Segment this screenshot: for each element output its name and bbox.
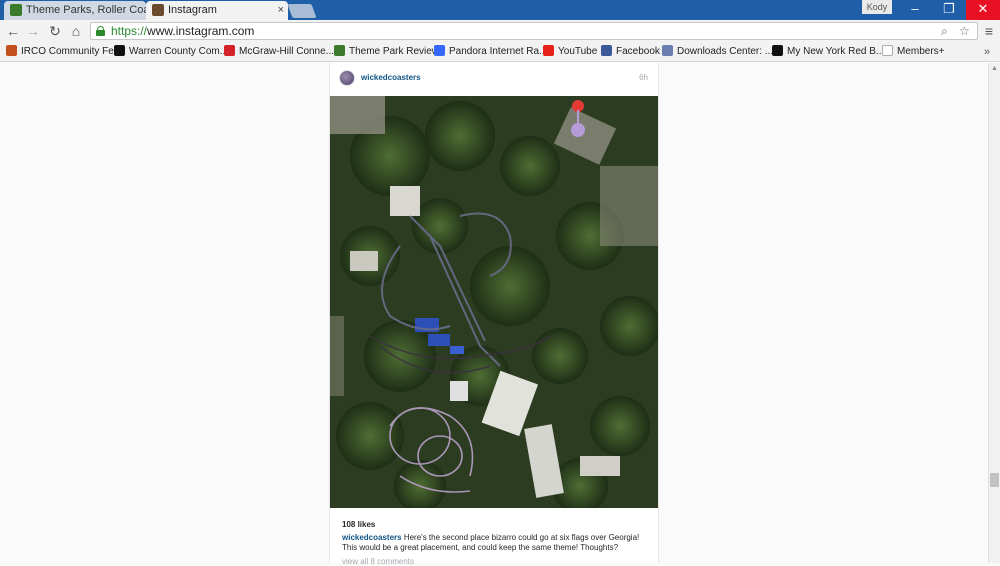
instagram-post: wickedcoasters 6h 108 likes wickedcoaste… xyxy=(329,63,659,566)
bookmark-ny-red-bulls[interactable]: My New York Red B... xyxy=(772,44,884,60)
secure-lock-icon xyxy=(96,26,105,36)
avatar[interactable] xyxy=(339,70,355,86)
tab-title: Instagram xyxy=(168,4,217,16)
mcgraw-hill-icon xyxy=(224,45,235,56)
instagram-favicon-icon xyxy=(152,4,164,16)
tab-title: Theme Parks, Roller Coast xyxy=(26,4,146,16)
post-caption: wickedcoasters Here's the second place b… xyxy=(342,533,648,553)
home-button[interactable]: ⌂ xyxy=(67,22,85,40)
warren-county-icon xyxy=(114,45,125,56)
theme-park-review-icon xyxy=(334,45,345,56)
tab-instagram[interactable]: Instagram × xyxy=(146,1,288,20)
bookmark-star-icon[interactable]: ☆ xyxy=(959,23,970,39)
browser-toolbar: ← → ↻ ⌂ https://www.instagram.com ⌕ ☆ ≡ xyxy=(0,20,1000,42)
post-time[interactable]: 6h xyxy=(639,73,648,82)
bookmarks-overflow-icon[interactable]: » xyxy=(984,44,990,60)
new-tab-button[interactable] xyxy=(287,4,317,18)
scrollbar-thumb[interactable] xyxy=(990,473,999,487)
url-host: www.instagram.com xyxy=(147,24,255,38)
user-profile-badge[interactable]: Kody xyxy=(862,0,892,14)
post-username[interactable]: wickedcoasters xyxy=(361,73,421,82)
bookmark-irco[interactable]: IRCO Community Fe... xyxy=(6,44,122,60)
post-header: wickedcoasters 6h xyxy=(330,63,658,96)
zoom-icon[interactable]: ⌕ xyxy=(941,23,948,39)
bookmark-downloads-center[interactable]: Downloads Center: ... xyxy=(662,44,773,60)
page-content: wickedcoasters 6h 108 likes wickedcoaste… xyxy=(0,63,988,566)
youtube-icon xyxy=(543,45,554,56)
url-scheme: https:// xyxy=(111,24,148,38)
bookmark-theme-park-review[interactable]: Theme Park Review xyxy=(334,44,439,60)
theme-park-favicon-icon xyxy=(10,4,22,16)
bookmarks-bar: IRCO Community Fe... Warren County Com..… xyxy=(0,42,1000,62)
tab-theme-parks[interactable]: Theme Parks, Roller Coast xyxy=(4,1,146,20)
restore-button[interactable]: ❐ xyxy=(932,0,966,20)
pandora-icon xyxy=(434,45,445,56)
page-scrollbar[interactable]: ▲ xyxy=(988,63,1000,563)
aerial-park-photo xyxy=(330,96,658,508)
bookmark-pandora[interactable]: Pandora Internet Ra... xyxy=(434,44,547,60)
url-text: https://www.instagram.com xyxy=(111,24,254,39)
view-all-comments-link[interactable]: view all 8 comments xyxy=(342,557,414,566)
chrome-menu-icon[interactable]: ≡ xyxy=(982,22,996,40)
bookmark-mcgraw-hill[interactable]: McGraw-Hill Conne... xyxy=(224,44,334,60)
caption-username[interactable]: wickedcoasters xyxy=(342,533,402,542)
bookmark-facebook[interactable]: Facebook xyxy=(601,44,660,60)
page-icon xyxy=(882,45,893,56)
tab-close-icon[interactable]: × xyxy=(278,1,284,19)
bookmark-youtube[interactable]: YouTube xyxy=(543,44,597,60)
irco-icon xyxy=(6,45,17,56)
minimize-button[interactable]: – xyxy=(898,0,932,20)
post-photo[interactable] xyxy=(330,96,658,508)
ny-red-bulls-icon xyxy=(772,45,783,56)
bookmark-members[interactable]: Members+ xyxy=(882,44,945,60)
window-titlebar: Theme Parks, Roller Coast Instagram × Ko… xyxy=(0,0,1000,20)
close-window-button[interactable]: ✕ xyxy=(966,0,1000,20)
downloads-center-icon xyxy=(662,45,673,56)
likes-count[interactable]: 108 likes xyxy=(342,520,375,529)
back-button[interactable]: ← xyxy=(4,22,22,40)
address-bar[interactable]: https://www.instagram.com ⌕ ☆ xyxy=(90,22,978,40)
facebook-icon xyxy=(601,45,612,56)
scroll-up-arrow-icon[interactable]: ▲ xyxy=(989,65,1000,75)
reload-button[interactable]: ↻ xyxy=(46,22,64,40)
bookmark-warren-county[interactable]: Warren County Com... xyxy=(114,44,228,60)
forward-button[interactable]: → xyxy=(24,22,42,40)
